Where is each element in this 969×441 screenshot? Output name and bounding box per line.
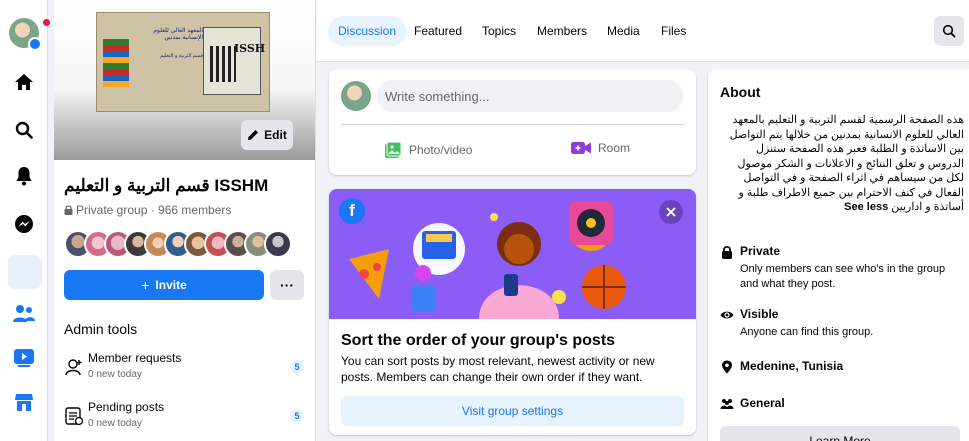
close-icon <box>666 207 676 217</box>
learn-more-button[interactable]: Learn More <box>720 426 960 441</box>
facebook-logo-icon: f <box>339 198 365 224</box>
sort-illustration <box>329 189 696 319</box>
admin-item-sub: 0 new today <box>88 418 142 429</box>
admin-item-title: Member requests <box>88 351 182 365</box>
isshm-logo: ISSH <box>203 27 265 95</box>
columns-logo-icon <box>210 46 236 82</box>
bell-icon[interactable] <box>12 164 36 188</box>
rail-active-highlight <box>8 255 42 289</box>
group-meta-text: Private group · 966 members <box>76 203 232 217</box>
logo-text: ISSH <box>234 42 266 55</box>
count-badge: 5 <box>290 409 304 423</box>
watch-icon[interactable] <box>12 346 36 370</box>
video-room-icon <box>571 142 591 154</box>
edit-label: Edit <box>264 128 287 142</box>
member-avatars[interactable] <box>64 230 304 260</box>
composer-avatar[interactable] <box>341 81 371 111</box>
invite-button[interactable]: + Invite <box>64 270 264 300</box>
count-badge: 5 <box>290 360 304 374</box>
pending-posts-item[interactable]: Pending posts 0 new today 5 <box>64 400 304 438</box>
left-rail <box>0 0 50 441</box>
marketplace-icon[interactable] <box>12 390 36 414</box>
tab-featured[interactable]: Featured <box>414 16 462 46</box>
search-icon[interactable] <box>12 118 36 142</box>
pencil-icon <box>248 130 259 140</box>
tab-members[interactable]: Members <box>537 16 587 46</box>
tab-topics[interactable]: Topics <box>482 16 516 46</box>
lock-icon <box>64 205 73 215</box>
sort-order-card: f Sort the order of your group's posts Y… <box>329 189 696 435</box>
plus-icon: + <box>141 277 150 293</box>
group-sidebar: المعهد العالي للعلوم الإنسانية بمدنين قس… <box>54 0 316 441</box>
add-person-icon <box>65 359 82 376</box>
about-description: هذه الصفحة الرسمية لقسم التربية و التعلي… <box>718 113 964 215</box>
room-button[interactable]: Room <box>571 141 630 155</box>
tab-discussion[interactable]: Discussion <box>328 16 407 46</box>
close-card-button[interactable] <box>659 200 683 224</box>
profile-avatar[interactable] <box>9 18 42 51</box>
cover-institute-text: المعهد العالي للعلوم الإنسانية بمدنين <box>153 28 203 41</box>
group-tabs-bar: Discussion Featured Topics Members Media… <box>317 0 969 62</box>
cover-image: المعهد العالي للعلوم الإنسانية بمدنين قس… <box>96 12 270 112</box>
home-icon[interactable] <box>12 70 36 94</box>
divider <box>341 124 684 125</box>
visibility-title: Visible <box>740 307 779 321</box>
pending-posts-icon <box>65 407 84 426</box>
group-meta: Private group · 966 members <box>64 203 231 217</box>
sort-card-title: Sort the order of your group's posts <box>341 332 616 349</box>
location-pin-icon <box>722 360 732 374</box>
photo-video-label: Photo/video <box>409 143 473 157</box>
people-icon <box>720 399 734 409</box>
visit-group-settings-button[interactable]: Visit group settings <box>341 396 684 426</box>
privacy-description: Only members can see who's in the group … <box>740 263 946 290</box>
edit-cover-button[interactable]: Edit <box>241 120 293 150</box>
member-avatar[interactable] <box>264 230 292 258</box>
books-illustration <box>103 39 129 87</box>
more-options-button[interactable]: ··· <box>270 270 304 300</box>
search-icon <box>942 24 956 38</box>
notification-dot <box>43 19 50 26</box>
lock-icon <box>722 245 732 259</box>
invite-label: Invite <box>155 278 187 292</box>
see-less-link[interactable]: See less <box>844 201 888 213</box>
cover-dept-text: قسم التربية و التعليم <box>160 53 203 59</box>
category-text: General <box>740 396 785 410</box>
post-composer: Write something... Photo/video Room <box>329 69 696 175</box>
group-name[interactable]: قسم التربية و التعليم ISSHM <box>64 176 304 196</box>
photo-icon <box>385 141 402 158</box>
admin-item-title: Pending posts <box>88 400 165 414</box>
groups-icon[interactable] <box>12 302 36 326</box>
member-requests-item[interactable]: Member requests 0 new today 5 <box>64 351 304 389</box>
about-description-text: هذه الصفحة الرسمية لقسم التربية و التعلي… <box>729 114 964 213</box>
facebook-badge-icon <box>28 37 42 51</box>
about-card: About هذه الصفحة الرسمية لقسم التربية و … <box>708 69 969 441</box>
illustration-banner: f <box>329 189 696 319</box>
cover-photo[interactable]: المعهد العالي للعلوم الإنسانية بمدنين قس… <box>54 0 315 160</box>
tab-media[interactable]: Media <box>607 16 640 46</box>
messenger-icon[interactable] <box>12 212 36 236</box>
photo-video-button[interactable]: Photo/video <box>384 141 472 159</box>
admin-tools-title: Admin tools <box>64 321 138 337</box>
admin-item-sub: 0 new today <box>88 369 142 380</box>
privacy-title: Private <box>740 244 781 258</box>
tab-files[interactable]: Files <box>661 16 686 46</box>
location-text: Medenine, Tunisia <box>740 359 844 373</box>
write-something-input[interactable]: Write something... <box>377 80 683 112</box>
about-title: About <box>720 84 761 100</box>
eye-icon <box>720 311 734 319</box>
visibility-description: Anyone can find this group. <box>740 326 874 338</box>
sort-card-description: You can sort posts by most relevant, new… <box>341 354 655 384</box>
group-search-button[interactable] <box>934 16 964 46</box>
room-label: Room <box>598 141 631 155</box>
